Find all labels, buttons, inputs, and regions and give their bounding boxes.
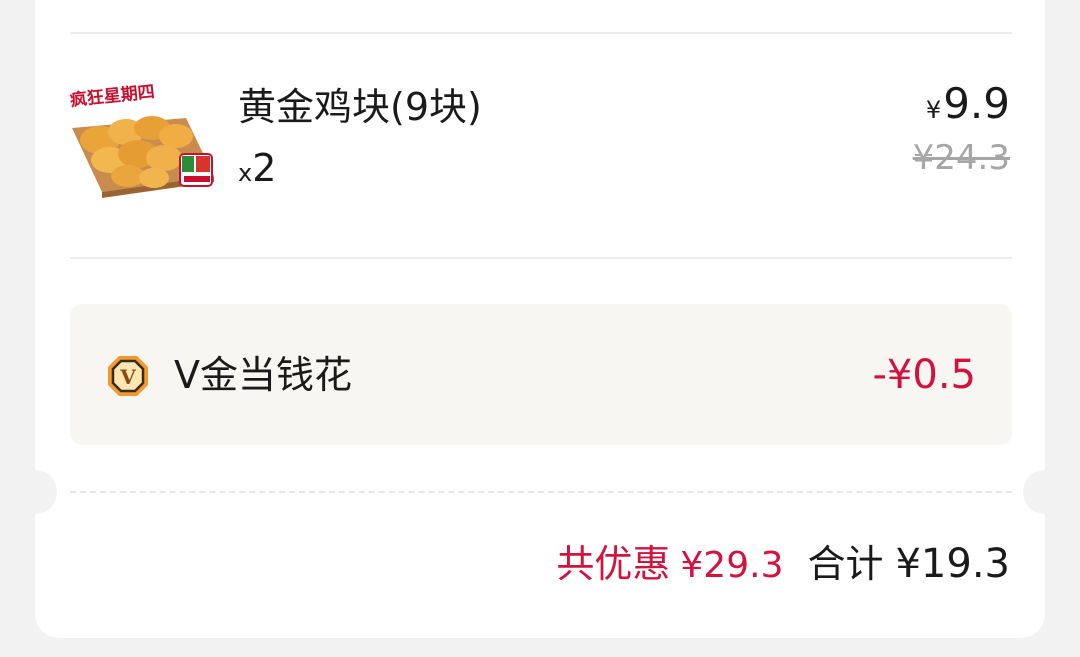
quantity-value: 2 xyxy=(252,146,277,190)
discount-label: 共优惠 xyxy=(556,542,671,586)
quantity-prefix: x xyxy=(238,159,253,187)
divider-middle xyxy=(70,257,1012,259)
dashed-separator xyxy=(70,491,1012,493)
original-price: ¥24.3 xyxy=(912,138,1010,178)
product-banner: 疯狂星期四 xyxy=(69,81,156,111)
ticket-notch-left xyxy=(13,470,57,514)
vgold-amount: -¥0.5 xyxy=(872,352,977,398)
price-currency: ¥ xyxy=(925,96,942,124)
divider-top xyxy=(70,32,1012,34)
discount-value: ¥29.3 xyxy=(680,545,784,586)
svg-text:V: V xyxy=(119,365,136,389)
vgold-label: V金当钱花 xyxy=(174,353,352,397)
ticket-notch-right xyxy=(1023,470,1067,514)
product-image: 疯狂星期四 xyxy=(69,81,214,198)
product-price: ¥9.9 xyxy=(926,78,1010,139)
product-quantity: x2 xyxy=(238,146,276,198)
total-label: 合计 xyxy=(807,542,884,586)
order-summary: 共优惠 ¥29.3 合计 ¥19.3 xyxy=(556,536,1010,594)
product-name: 黄金鸡块(9块) xyxy=(238,85,482,129)
v-coin-icon: V xyxy=(108,356,148,396)
vgold-discount-row[interactable]: V V金当钱花 -¥0.5 xyxy=(70,304,1012,445)
price-value: 9.9 xyxy=(943,79,1010,128)
total-value: ¥19.3 xyxy=(895,541,1010,587)
